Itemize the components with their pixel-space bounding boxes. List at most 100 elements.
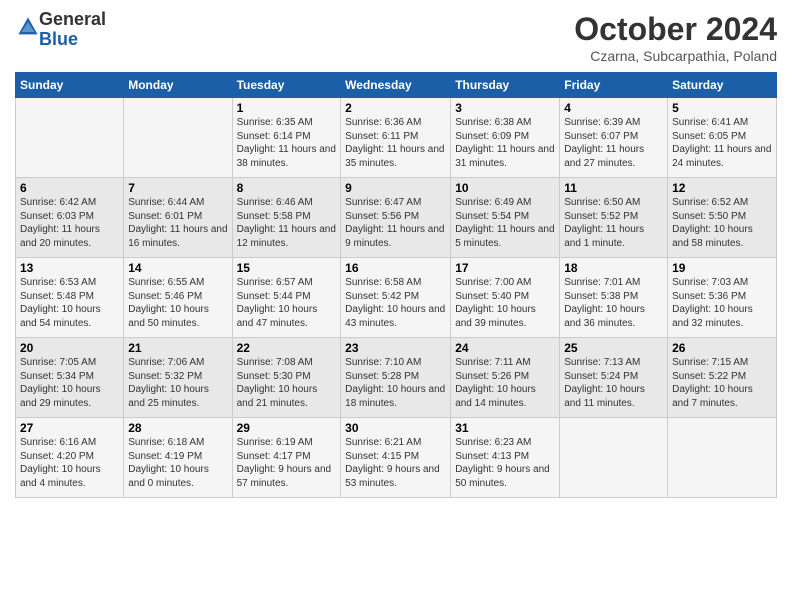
calendar-cell: 17Sunrise: 7:00 AM Sunset: 5:40 PM Dayli… [451, 258, 560, 338]
calendar-cell: 9Sunrise: 6:47 AM Sunset: 5:56 PM Daylig… [341, 178, 451, 258]
day-number: 15 [237, 261, 337, 275]
day-number: 10 [455, 181, 555, 195]
cell-sun-info: Sunrise: 7:15 AM Sunset: 5:22 PM Dayligh… [672, 356, 772, 410]
logo-general-text: General [39, 9, 106, 29]
cell-sun-info: Sunrise: 7:08 AM Sunset: 5:30 PM Dayligh… [237, 356, 337, 410]
cell-sun-info: Sunrise: 6:46 AM Sunset: 5:58 PM Dayligh… [237, 196, 337, 250]
day-number: 24 [455, 341, 555, 355]
day-number: 22 [237, 341, 337, 355]
calendar-cell: 2Sunrise: 6:36 AM Sunset: 6:11 PM Daylig… [341, 98, 451, 178]
calendar-cell: 14Sunrise: 6:55 AM Sunset: 5:46 PM Dayli… [124, 258, 232, 338]
calendar-cell: 29Sunrise: 6:19 AM Sunset: 4:17 PM Dayli… [232, 418, 341, 498]
day-number: 26 [672, 341, 772, 355]
calendar-cell [668, 418, 777, 498]
cell-sun-info: Sunrise: 6:23 AM Sunset: 4:13 PM Dayligh… [455, 436, 555, 490]
day-number: 17 [455, 261, 555, 275]
logo-icon [17, 16, 39, 38]
calendar-week-row: 1Sunrise: 6:35 AM Sunset: 6:14 PM Daylig… [16, 98, 777, 178]
day-number: 21 [128, 341, 227, 355]
weekday-header-thursday: Thursday [451, 73, 560, 98]
cell-sun-info: Sunrise: 6:21 AM Sunset: 4:15 PM Dayligh… [345, 436, 446, 490]
weekday-header-saturday: Saturday [668, 73, 777, 98]
day-number: 13 [20, 261, 119, 275]
day-number: 3 [455, 101, 555, 115]
cell-sun-info: Sunrise: 6:16 AM Sunset: 4:20 PM Dayligh… [20, 436, 119, 490]
calendar-cell [560, 418, 668, 498]
cell-sun-info: Sunrise: 6:19 AM Sunset: 4:17 PM Dayligh… [237, 436, 337, 490]
calendar-cell [16, 98, 124, 178]
calendar-cell: 19Sunrise: 7:03 AM Sunset: 5:36 PM Dayli… [668, 258, 777, 338]
day-number: 4 [564, 101, 663, 115]
calendar-cell: 26Sunrise: 7:15 AM Sunset: 5:22 PM Dayli… [668, 338, 777, 418]
calendar-week-row: 13Sunrise: 6:53 AM Sunset: 5:48 PM Dayli… [16, 258, 777, 338]
day-number: 18 [564, 261, 663, 275]
cell-sun-info: Sunrise: 7:13 AM Sunset: 5:24 PM Dayligh… [564, 356, 663, 410]
cell-sun-info: Sunrise: 6:38 AM Sunset: 6:09 PM Dayligh… [455, 116, 555, 170]
calendar-cell: 7Sunrise: 6:44 AM Sunset: 6:01 PM Daylig… [124, 178, 232, 258]
cell-sun-info: Sunrise: 7:11 AM Sunset: 5:26 PM Dayligh… [455, 356, 555, 410]
calendar-cell: 5Sunrise: 6:41 AM Sunset: 6:05 PM Daylig… [668, 98, 777, 178]
day-number: 7 [128, 181, 227, 195]
cell-sun-info: Sunrise: 6:57 AM Sunset: 5:44 PM Dayligh… [237, 276, 337, 330]
calendar-cell: 21Sunrise: 7:06 AM Sunset: 5:32 PM Dayli… [124, 338, 232, 418]
cell-sun-info: Sunrise: 6:36 AM Sunset: 6:11 PM Dayligh… [345, 116, 446, 170]
weekday-header-row: SundayMondayTuesdayWednesdayThursdayFrid… [16, 73, 777, 98]
cell-sun-info: Sunrise: 6:53 AM Sunset: 5:48 PM Dayligh… [20, 276, 119, 330]
cell-sun-info: Sunrise: 6:52 AM Sunset: 5:50 PM Dayligh… [672, 196, 772, 250]
calendar-cell: 30Sunrise: 6:21 AM Sunset: 4:15 PM Dayli… [341, 418, 451, 498]
calendar-cell: 28Sunrise: 6:18 AM Sunset: 4:19 PM Dayli… [124, 418, 232, 498]
cell-sun-info: Sunrise: 6:35 AM Sunset: 6:14 PM Dayligh… [237, 116, 337, 170]
calendar-table: SundayMondayTuesdayWednesdayThursdayFrid… [15, 72, 777, 498]
calendar-cell: 13Sunrise: 6:53 AM Sunset: 5:48 PM Dayli… [16, 258, 124, 338]
cell-sun-info: Sunrise: 7:10 AM Sunset: 5:28 PM Dayligh… [345, 356, 446, 410]
calendar-cell: 24Sunrise: 7:11 AM Sunset: 5:26 PM Dayli… [451, 338, 560, 418]
calendar-cell: 4Sunrise: 6:39 AM Sunset: 6:07 PM Daylig… [560, 98, 668, 178]
page-header: General Blue October 2024 Czarna, Subcar… [15, 10, 777, 64]
calendar-week-row: 20Sunrise: 7:05 AM Sunset: 5:34 PM Dayli… [16, 338, 777, 418]
day-number: 30 [345, 421, 446, 435]
cell-sun-info: Sunrise: 6:41 AM Sunset: 6:05 PM Dayligh… [672, 116, 772, 170]
day-number: 6 [20, 181, 119, 195]
calendar-cell: 1Sunrise: 6:35 AM Sunset: 6:14 PM Daylig… [232, 98, 341, 178]
day-number: 1 [237, 101, 337, 115]
calendar-cell: 22Sunrise: 7:08 AM Sunset: 5:30 PM Dayli… [232, 338, 341, 418]
calendar-cell: 8Sunrise: 6:46 AM Sunset: 5:58 PM Daylig… [232, 178, 341, 258]
cell-sun-info: Sunrise: 6:42 AM Sunset: 6:03 PM Dayligh… [20, 196, 119, 250]
cell-sun-info: Sunrise: 6:39 AM Sunset: 6:07 PM Dayligh… [564, 116, 663, 170]
calendar-cell: 10Sunrise: 6:49 AM Sunset: 5:54 PM Dayli… [451, 178, 560, 258]
day-number: 31 [455, 421, 555, 435]
calendar-cell: 3Sunrise: 6:38 AM Sunset: 6:09 PM Daylig… [451, 98, 560, 178]
calendar-cell: 20Sunrise: 7:05 AM Sunset: 5:34 PM Dayli… [16, 338, 124, 418]
day-number: 28 [128, 421, 227, 435]
cell-sun-info: Sunrise: 6:55 AM Sunset: 5:46 PM Dayligh… [128, 276, 227, 330]
day-number: 27 [20, 421, 119, 435]
cell-sun-info: Sunrise: 7:00 AM Sunset: 5:40 PM Dayligh… [455, 276, 555, 330]
calendar-cell: 6Sunrise: 6:42 AM Sunset: 6:03 PM Daylig… [16, 178, 124, 258]
day-number: 12 [672, 181, 772, 195]
calendar-cell [124, 98, 232, 178]
cell-sun-info: Sunrise: 6:18 AM Sunset: 4:19 PM Dayligh… [128, 436, 227, 490]
cell-sun-info: Sunrise: 7:01 AM Sunset: 5:38 PM Dayligh… [564, 276, 663, 330]
calendar-cell: 23Sunrise: 7:10 AM Sunset: 5:28 PM Dayli… [341, 338, 451, 418]
day-number: 8 [237, 181, 337, 195]
weekday-header-friday: Friday [560, 73, 668, 98]
calendar-cell: 18Sunrise: 7:01 AM Sunset: 5:38 PM Dayli… [560, 258, 668, 338]
day-number: 14 [128, 261, 227, 275]
logo: General Blue [15, 10, 106, 50]
day-number: 5 [672, 101, 772, 115]
title-block: October 2024 Czarna, Subcarpathia, Polan… [574, 10, 777, 64]
calendar-week-row: 27Sunrise: 6:16 AM Sunset: 4:20 PM Dayli… [16, 418, 777, 498]
day-number: 9 [345, 181, 446, 195]
weekday-header-wednesday: Wednesday [341, 73, 451, 98]
day-number: 29 [237, 421, 337, 435]
day-number: 11 [564, 181, 663, 195]
cell-sun-info: Sunrise: 7:06 AM Sunset: 5:32 PM Dayligh… [128, 356, 227, 410]
calendar-cell: 16Sunrise: 6:58 AM Sunset: 5:42 PM Dayli… [341, 258, 451, 338]
weekday-header-tuesday: Tuesday [232, 73, 341, 98]
calendar-week-row: 6Sunrise: 6:42 AM Sunset: 6:03 PM Daylig… [16, 178, 777, 258]
cell-sun-info: Sunrise: 6:58 AM Sunset: 5:42 PM Dayligh… [345, 276, 446, 330]
day-number: 19 [672, 261, 772, 275]
location-text: Czarna, Subcarpathia, Poland [574, 48, 777, 64]
weekday-header-sunday: Sunday [16, 73, 124, 98]
day-number: 16 [345, 261, 446, 275]
